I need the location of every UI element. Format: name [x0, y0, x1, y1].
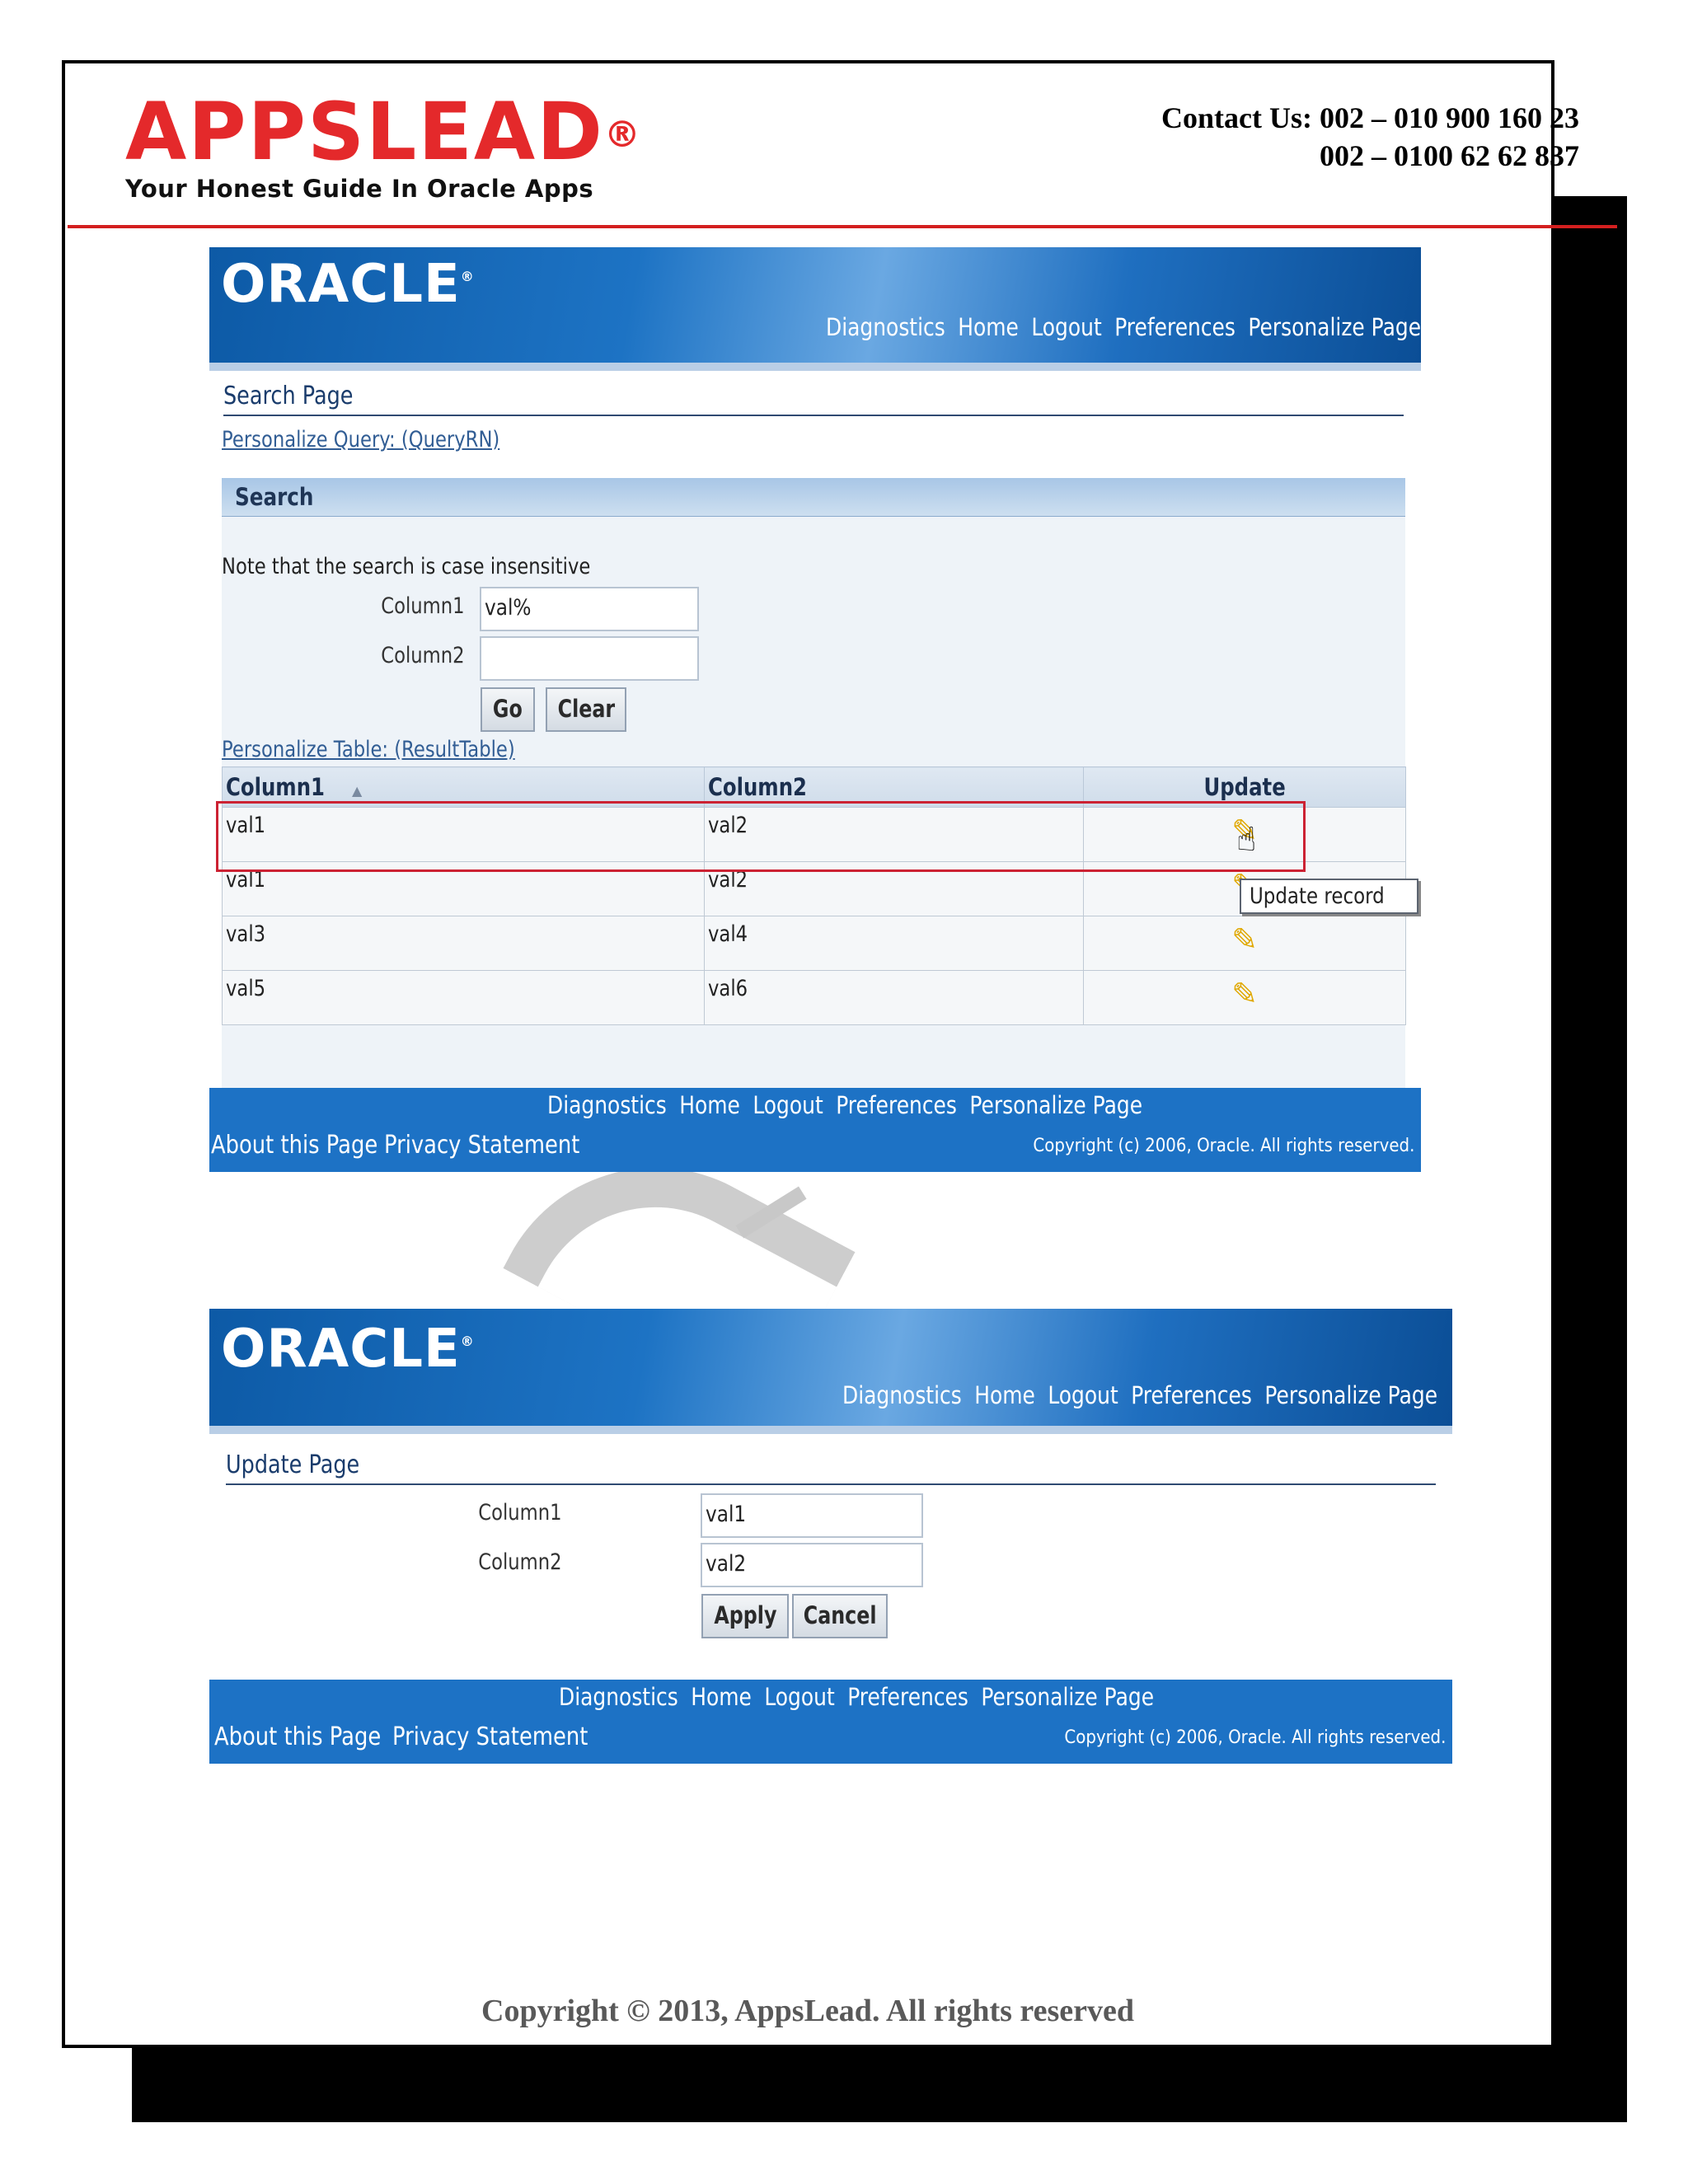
apply-button[interactable]: Apply [701, 1594, 789, 1638]
banner-strip [209, 1426, 1452, 1434]
cell: val4 [708, 921, 748, 947]
contact-info: Contact Us: 002 – 010 900 160 23 002 – 0… [1052, 99, 1579, 175]
footer-link-preferences[interactable]: Preferences [836, 1091, 957, 1119]
page-title: Update Page [226, 1451, 360, 1479]
column2-input[interactable]: val2 [701, 1543, 923, 1587]
header-divider [68, 225, 1617, 228]
link-preferences[interactable]: Preferences [1131, 1381, 1252, 1409]
column2-label: Column2 [478, 1549, 562, 1575]
hand-cursor-icon: ☝ [1236, 821, 1257, 859]
search-header: Search [222, 478, 1405, 517]
column1-label: Column1 [381, 593, 465, 619]
footer-links: Diagnostics Home Logout Preferences Pers… [547, 1091, 1142, 1119]
oracle-logo: ORACLE® [221, 1319, 475, 1380]
footer-link-logout[interactable]: Logout [764, 1683, 834, 1711]
logo-title: APPSLEAD [125, 86, 604, 178]
link-personalize-page[interactable]: Personalize Page [1248, 313, 1421, 341]
oracle-footer: Diagnostics Home Logout Preferences Pers… [209, 1680, 1452, 1764]
title-rule [223, 415, 1404, 416]
about-this-page-link[interactable]: About this Page [214, 1722, 381, 1751]
search-page-screenshot: ORACLE® Diagnostics Home Logout Preferen… [209, 247, 1421, 1172]
footer-link-personalize-page[interactable]: Personalize Page [969, 1091, 1142, 1119]
link-diagnostics[interactable]: Diagnostics [842, 1381, 962, 1409]
row-highlight-box [216, 801, 1306, 872]
global-links: Diagnostics Home Logout Preferences Pers… [826, 313, 1421, 341]
footer-link-home[interactable]: Home [691, 1683, 752, 1711]
oracle-banner: ORACLE® Diagnostics Home Logout Preferen… [209, 1309, 1452, 1426]
footer-links: Diagnostics Home Logout Preferences Pers… [559, 1683, 1154, 1711]
appslead-logo: APPSLEAD® Your Honest Guide In Oracle Ap… [125, 91, 642, 203]
update-tooltip: Update record [1240, 879, 1418, 914]
cell: val5 [226, 976, 266, 1001]
footer-link-logout[interactable]: Logout [753, 1091, 823, 1119]
column1-input[interactable]: val% [480, 587, 699, 631]
title-rule [226, 1483, 1436, 1485]
contact-line-2: 002 – 0100 62 62 837 [1320, 139, 1579, 172]
privacy-statement-link[interactable]: Privacy Statement [392, 1722, 588, 1751]
search-note: Note that the search is case insensitive [222, 554, 591, 579]
clear-button[interactable]: Clear [546, 687, 626, 732]
banner-strip [209, 363, 1421, 371]
oracle-logo: ORACLE® [221, 254, 475, 315]
registered-mark: ® [603, 114, 642, 156]
table-row: val5 val6 ✎ [222, 970, 1406, 1025]
footer-link-personalize-page[interactable]: Personalize Page [981, 1683, 1154, 1711]
link-personalize-page[interactable]: Personalize Page [1264, 1381, 1437, 1409]
go-button[interactable]: Go [481, 687, 535, 732]
link-home[interactable]: Home [974, 1381, 1035, 1409]
cancel-button[interactable]: Cancel [792, 1594, 888, 1638]
document-copyright: Copyright © 2013, AppsLead. All rights r… [481, 1994, 1134, 2028]
cell: val6 [708, 976, 748, 1001]
column2-input[interactable] [480, 636, 699, 681]
oracle-banner: ORACLE® Diagnostics Home Logout Preferen… [209, 247, 1421, 363]
privacy-statement-link[interactable]: Privacy Statement [384, 1131, 579, 1160]
footer-link-preferences[interactable]: Preferences [847, 1683, 968, 1711]
global-links: Diagnostics Home Logout Preferences Pers… [842, 1381, 1437, 1409]
page-shadow-right [1554, 196, 1627, 2122]
link-preferences[interactable]: Preferences [1114, 313, 1236, 341]
contact-line-1: Contact Us: 002 – 010 900 160 23 [1161, 101, 1579, 134]
footer-link-diagnostics[interactable]: Diagnostics [547, 1091, 667, 1119]
sort-ascending-icon: ▲ [351, 783, 363, 799]
column2-label: Column2 [381, 643, 465, 668]
link-logout[interactable]: Logout [1048, 1381, 1118, 1409]
page-shadow-bottom [132, 2048, 1627, 2122]
cell: val3 [226, 921, 266, 947]
column1-label: Column1 [478, 1500, 562, 1526]
link-home[interactable]: Home [958, 313, 1019, 341]
pencil-icon[interactable]: ✎ [1231, 921, 1258, 958]
link-logout[interactable]: Logout [1031, 313, 1101, 341]
oracle-footer: Diagnostics Home Logout Preferences Pers… [209, 1088, 1421, 1172]
footer-link-diagnostics[interactable]: Diagnostics [559, 1683, 678, 1711]
table-row: val3 val4 ✎ [222, 916, 1406, 971]
pencil-icon[interactable]: ✎ [1231, 976, 1258, 1012]
personalize-table-link[interactable]: Personalize Table: (ResultTable) [222, 737, 515, 762]
personalize-query-link[interactable]: Personalize Query: (QueryRN) [222, 427, 499, 452]
footer-link-home[interactable]: Home [679, 1091, 740, 1119]
oracle-copyright: Copyright (c) 2006, Oracle. All rights r… [1064, 1727, 1446, 1748]
logo-tagline: Your Honest Guide In Oracle Apps [125, 175, 594, 203]
oracle-copyright: Copyright (c) 2006, Oracle. All rights r… [1033, 1136, 1414, 1156]
about-this-page-link[interactable]: About this Page [211, 1131, 377, 1160]
link-diagnostics[interactable]: Diagnostics [826, 313, 945, 341]
update-page-screenshot: ORACLE® Diagnostics Home Logout Preferen… [209, 1309, 1452, 1764]
page-title: Search Page [223, 382, 354, 410]
column1-input[interactable]: val1 [701, 1493, 923, 1538]
